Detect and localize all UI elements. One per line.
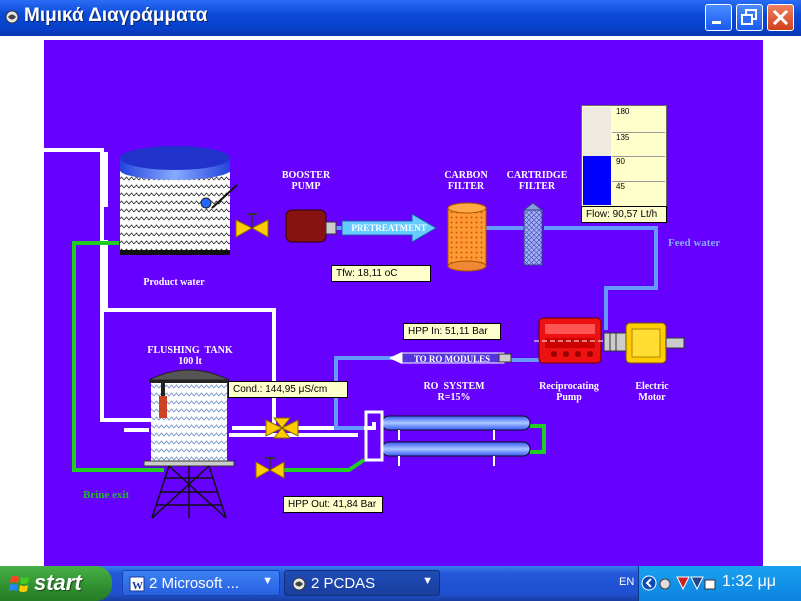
restore-icon: [741, 9, 757, 25]
reciprocating-pump-label: Reciprocating Pump: [539, 381, 599, 403]
gauge-tick: 45: [612, 181, 665, 191]
taskbar-item-microsoft[interactable]: W 2 Microsoft ... ▼: [122, 570, 280, 596]
conductivity-readout: Cond.: 144,95 μS/cm: [228, 381, 348, 398]
product-water-label: Product water: [143, 277, 205, 288]
back-arrow-icon: [641, 575, 657, 591]
hpp-in-readout: HPP In: 51,11 Bar: [403, 323, 501, 340]
word-document-icon: W: [129, 576, 145, 592]
to-ro-modules-label: TO RO MODULES: [413, 354, 491, 364]
taskbar: start W 2 Microsoft ... ▼ 2 PCDAS ▼ EN 1…: [0, 566, 801, 601]
security-icon: [676, 576, 690, 591]
flow-gauge-column: [583, 107, 611, 205]
taskbar-item-pcdas[interactable]: 2 PCDAS ▼: [284, 570, 440, 596]
svg-text:W: W: [132, 580, 143, 592]
window-titlebar[interactable]: Μιμικά Διαγράμματα: [0, 0, 801, 36]
gauge-tick: 135: [612, 132, 665, 142]
tfw-readout: Tfw: 18,11 oC: [331, 265, 431, 282]
minimize-icon: [712, 21, 721, 24]
close-button[interactable]: [767, 4, 794, 31]
gauge-tick: 90: [612, 156, 665, 166]
booster-pump-label: BOOSTER PUMP: [281, 170, 331, 192]
windows-logo-icon: [9, 576, 29, 592]
minimize-button[interactable]: [705, 4, 732, 31]
ro-system-label: RO SYSTEM R=15%: [423, 381, 485, 403]
mimic-diagram: BOOSTER PUMP PRETREATMENT CARBON FILTER …: [44, 40, 763, 566]
close-icon: [772, 9, 789, 26]
gauge-tick: 180: [616, 107, 630, 116]
brine-exit-label: Brine exit: [83, 489, 130, 501]
app-icon: [5, 10, 19, 24]
clock: 1:32 μμ: [722, 573, 777, 590]
chevron-down-icon: ▼: [422, 575, 433, 587]
cartridge-filter-label: CARTRIDGE FILTER: [506, 170, 568, 192]
electric-motor-label: Electric Motor: [635, 381, 669, 403]
start-label: start: [34, 570, 82, 595]
feed-water-label: Feed water: [668, 237, 721, 249]
application-icon: [292, 577, 306, 591]
taskbar-item-label: 2 Microsoft ...: [149, 575, 240, 592]
chevron-down-icon: ▼: [262, 575, 273, 587]
carbon-filter-label: CARBON FILTER: [444, 170, 488, 192]
maximize-button[interactable]: [736, 4, 763, 31]
flow-gauge: 180 135 90 45: [581, 105, 667, 209]
flushing-tank-label: FLUSHING TANK 100 lt: [147, 345, 233, 367]
filter-icon: [690, 576, 704, 591]
network-icon: [659, 578, 671, 590]
taskbar-item-label: 2 PCDAS: [311, 575, 376, 592]
flow-readout: Flow: 90,57 Lt/h: [581, 206, 667, 223]
tray-icons: [641, 575, 716, 591]
language-indicator[interactable]: EN: [619, 576, 634, 588]
flow-gauge-fill: [583, 155, 611, 205]
window-title: Μιμικά Διαγράμματα: [24, 5, 208, 26]
volume-icon: [704, 579, 716, 590]
hpp-out-readout: HPP Out: 41,84 Bar: [283, 496, 383, 513]
pretreatment-label: PRETREATMENT: [351, 223, 427, 233]
system-tray: EN 1:32 μμ: [619, 566, 801, 601]
start-button[interactable]: start: [0, 566, 112, 601]
